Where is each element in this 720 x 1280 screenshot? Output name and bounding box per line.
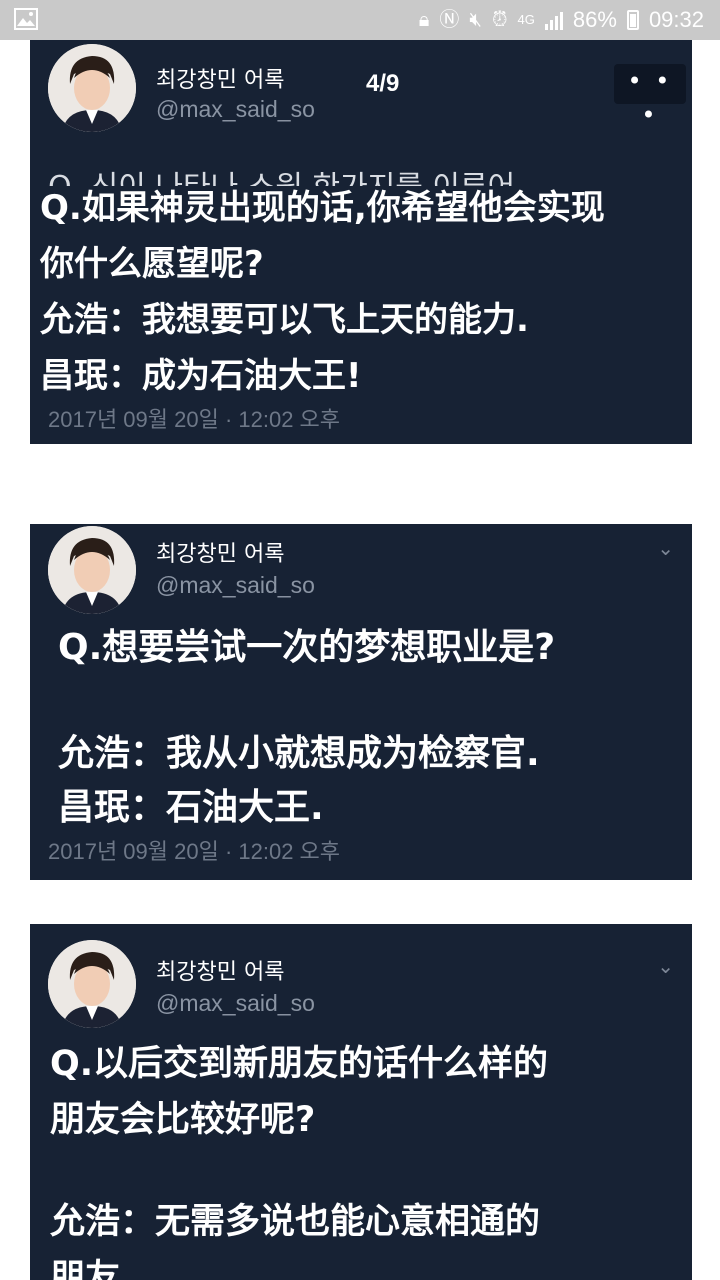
author-handle: @max_said_so <box>156 96 315 122</box>
battery-icon <box>626 10 639 30</box>
battery-percent: 86% <box>572 7 617 32</box>
tweet-timestamp: 2017년 09월 20일 · 12:02 오후 <box>48 407 341 432</box>
tweet-timestamp: 2017년 09월 20일 · 12:02 오후 <box>48 839 341 864</box>
chevron-down-icon[interactable]: ⌄ <box>657 954 674 978</box>
mute-icon: 🔇︎ <box>469 9 482 31</box>
author-name: 최강창민 어록 <box>156 68 285 93</box>
chevron-down-icon[interactable]: ⌄ <box>657 536 674 560</box>
answer-text: 昌珉：石油大王. <box>58 787 324 828</box>
tweet-card[interactable]: 최강창민 어록 @max_said_so 4/9 • • • Q. 신이 나타나… <box>30 40 692 444</box>
avatar[interactable] <box>48 44 136 132</box>
clock: 09:32 <box>648 7 704 32</box>
network-type: 4G <box>517 12 535 27</box>
signal-icon <box>544 10 563 30</box>
page-counter: 4/9 <box>366 70 400 97</box>
author-name: 최강창민 어록 <box>156 960 285 985</box>
tweet-card[interactable]: 최강창민 어록 @max_said_so ⌄ Q.以后交到新朋友的话什么样的 朋… <box>30 924 692 1280</box>
author-handle: @max_said_so <box>156 990 315 1016</box>
nfc-icon: Ⓝ <box>439 9 460 31</box>
answer-text: 允浩：无需多说也能心意相通的 朋友. <box>50 1202 541 1280</box>
answer-text: 昌珉：成为石油大王! <box>40 356 362 396</box>
avatar[interactable] <box>48 940 136 1028</box>
alarm-icon: ⏰︎ <box>491 9 508 31</box>
answer-text: 允浩：我从小就想成为检察官. <box>58 733 540 774</box>
avatar[interactable] <box>48 526 136 614</box>
author-handle: @max_said_so <box>156 572 315 598</box>
lock-icon: 🔒︎ <box>418 9 430 31</box>
tweet-card[interactable]: 최강창민 어록 @max_said_so ⌄ Q.想要尝试一次的梦想职业是? 允… <box>30 524 692 880</box>
status-bar: 🔒︎ Ⓝ 🔇︎ ⏰︎ 4G 86% 09:32 <box>0 0 720 40</box>
author-name: 최강창민 어록 <box>156 542 285 567</box>
question-text: Q.如果神灵出现的话,你希望他会实现 你什么愿望呢? <box>40 188 605 284</box>
question-text: Q.以后交到新朋友的话什么样的 朋友会比较好呢? <box>50 1044 549 1140</box>
question-text: Q.想要尝试一次的梦想职业是? <box>58 627 556 668</box>
answer-text: 允浩：我想要可以飞上天的能力. <box>40 300 529 340</box>
more-options-button[interactable]: • • • <box>614 64 686 129</box>
gallery-icon <box>14 8 40 30</box>
